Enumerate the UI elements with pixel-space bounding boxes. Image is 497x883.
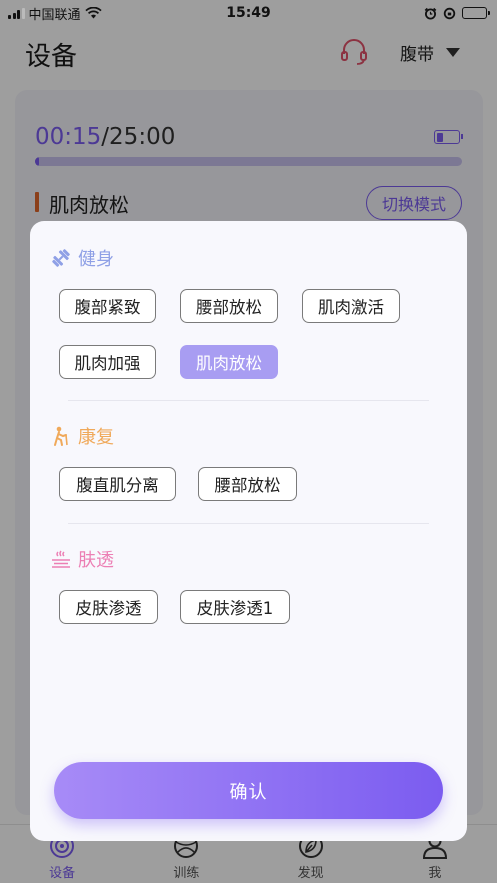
carrier-label: 中国联通	[28, 7, 81, 23]
status-left: 中国联通	[8, 4, 102, 23]
mode-chip[interactable]: 腰部放松	[198, 467, 297, 501]
alarm-icon	[424, 7, 437, 19]
mode-chip-selected[interactable]: 肌肉放松	[180, 345, 278, 379]
section-divider	[68, 400, 429, 401]
section-fitness-header: 健身	[50, 245, 114, 271]
rehab-figure-icon	[54, 426, 68, 446]
status-bar: 中国联通 15:49	[0, 0, 497, 26]
confirm-button[interactable]: 确认	[54, 762, 443, 819]
clock: 15:49	[226, 5, 271, 21]
section-rehab-header: 康复	[50, 423, 114, 449]
section-skin-header: 肤透	[50, 546, 114, 572]
mode-picker-modal: 健身 腹部紧致 腰部放松 肌肉激活 肌肉加强 肌肉放松 康复 腹直肌分离 腰部放…	[30, 221, 467, 841]
section-title: 健身	[78, 249, 114, 270]
mode-chip[interactable]: 肌肉加强	[59, 345, 156, 379]
mode-chip[interactable]: 皮肤渗透	[59, 590, 158, 624]
mode-chip[interactable]: 腹直肌分离	[59, 467, 176, 501]
section-title: 肤透	[78, 550, 114, 571]
dumbbell-icon	[52, 249, 70, 267]
section-title: 康复	[78, 427, 114, 448]
cell-signal-icon	[8, 7, 25, 19]
wifi-icon	[84, 7, 102, 19]
section-rehab: 康复 腹直肌分离 腰部放松	[50, 423, 297, 501]
section-divider	[68, 523, 429, 524]
status-right	[424, 7, 490, 20]
skin-icon	[52, 550, 70, 568]
rotation-lock-icon	[443, 7, 456, 19]
mode-chip[interactable]: 皮肤渗透1	[180, 590, 290, 624]
mode-chip[interactable]: 腹部紧致	[59, 289, 156, 323]
section-skin: 肤透 皮肤渗透 皮肤渗透1	[50, 546, 290, 624]
mode-chip[interactable]: 肌肉激活	[302, 289, 400, 323]
section-fitness: 健身 腹部紧致 腰部放松 肌肉激活 肌肉加强 肌肉放松	[50, 245, 400, 379]
mode-chip[interactable]: 腰部放松	[180, 289, 278, 323]
battery-icon	[462, 7, 490, 19]
